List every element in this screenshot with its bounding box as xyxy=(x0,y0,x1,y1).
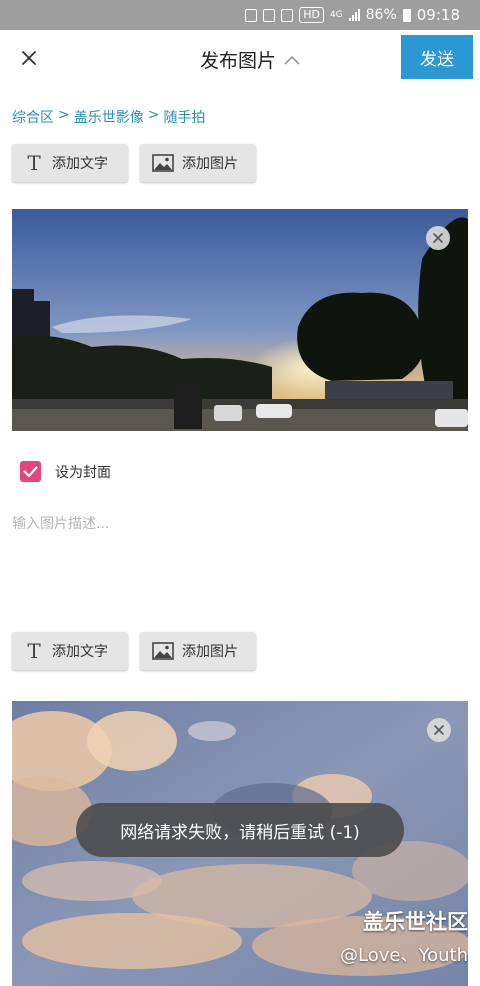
title-dropdown[interactable]: 发布图片 xyxy=(200,46,300,73)
close-button[interactable] xyxy=(14,43,44,73)
breadcrumb-separator: > xyxy=(147,107,160,123)
add-image-label: 添加图片 xyxy=(182,644,238,660)
remove-photo-button[interactable] xyxy=(427,718,451,742)
add-text-label: 添加文字 xyxy=(52,156,108,172)
close-icon xyxy=(434,725,444,735)
watermark-brand: 盖乐世社区 xyxy=(363,910,468,934)
battery-percent: 86% xyxy=(365,7,397,23)
signal-icon xyxy=(348,9,360,21)
photo-attachment-1[interactable] xyxy=(12,209,468,431)
add-text-label: 添加文字 xyxy=(52,644,108,660)
page-title: 发布图片 xyxy=(200,50,277,72)
checkmark-icon xyxy=(23,466,38,478)
clock: 09:18 xyxy=(416,6,460,24)
alarm-icon xyxy=(281,8,294,22)
remove-photo-button[interactable] xyxy=(426,226,450,250)
notification-icon xyxy=(245,8,258,22)
breadcrumb-item-imaging[interactable]: 盖乐世影像 xyxy=(74,107,144,127)
image-description-input[interactable] xyxy=(12,513,468,613)
text-icon: T xyxy=(27,639,41,663)
add-text-button[interactable]: T 添加文字 xyxy=(12,144,128,182)
battery-icon xyxy=(402,8,411,22)
error-toast: 网络请求失败，请稍后重试 (-1) xyxy=(76,803,404,857)
add-image-label: 添加图片 xyxy=(182,156,238,172)
cover-label: 设为封面 xyxy=(55,464,111,481)
sunset-photo xyxy=(12,209,468,431)
add-image-button[interactable]: 添加图片 xyxy=(140,144,256,182)
add-text-button[interactable]: T 添加文字 xyxy=(12,632,128,670)
close-icon xyxy=(433,233,443,243)
nfc-icon xyxy=(263,8,276,22)
watermark-user: @Love、Youth xyxy=(340,945,468,966)
app-header: 发布图片 发送 xyxy=(0,30,480,88)
send-button[interactable]: 发送 xyxy=(401,35,473,79)
image-icon xyxy=(152,154,174,172)
breadcrumb-item-snapshot[interactable]: 随手拍 xyxy=(163,107,205,127)
cover-checkbox[interactable] xyxy=(20,461,41,482)
breadcrumb-item-general[interactable]: 综合区 xyxy=(12,107,54,127)
breadcrumb-separator: > xyxy=(58,107,70,123)
insert-toolbar: T 添加文字 添加图片 xyxy=(12,144,256,182)
insert-toolbar-2: T 添加文字 添加图片 xyxy=(12,632,256,670)
close-icon xyxy=(22,51,36,65)
network-type: 4G xyxy=(329,10,343,20)
set-cover-option[interactable]: 设为封面 xyxy=(20,461,111,482)
image-icon xyxy=(152,642,174,660)
text-icon: T xyxy=(27,151,41,175)
status-icons: HD 4G 86% 09:18 xyxy=(245,5,460,25)
status-bar: HD 4G 86% 09:18 xyxy=(0,0,480,30)
hd-badge: HD xyxy=(299,7,324,23)
breadcrumb: 综合区 > 盖乐世影像 > 随手拍 xyxy=(12,107,205,127)
chevron-up-icon xyxy=(284,55,300,65)
add-image-button[interactable]: 添加图片 xyxy=(140,632,256,670)
